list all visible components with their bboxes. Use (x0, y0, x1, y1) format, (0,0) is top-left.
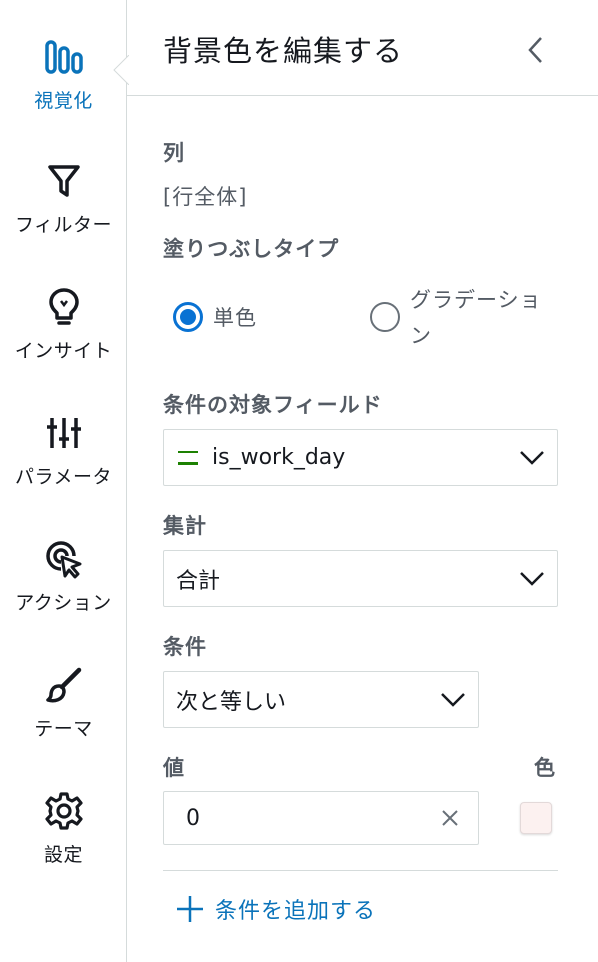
panel-header: 背景色を編集する (127, 0, 598, 96)
rail-item-label: アクション (15, 592, 112, 614)
edit-background-panel: 背景色を編集する 列 [行全体] 塗りつぶしタイプ 単色 グラデーション 条件の… (127, 0, 598, 962)
rail-item-parameters[interactable]: パラメータ (0, 412, 127, 522)
chevron-down-icon (520, 450, 544, 465)
color-swatch[interactable] (520, 802, 552, 834)
chevron-down-icon (441, 692, 465, 707)
rail-item-label: 視覚化 (34, 90, 93, 112)
clear-button[interactable] (430, 798, 470, 838)
lightbulb-icon (43, 286, 85, 328)
aggregation-select[interactable]: 合計 (163, 550, 558, 607)
cursor-click-icon (43, 538, 85, 580)
close-icon (442, 810, 458, 826)
bar-chart-icon (43, 36, 85, 78)
plus-icon (177, 896, 203, 922)
radio-unchecked-icon (370, 302, 400, 332)
radio-checked-icon (173, 302, 203, 332)
dimension-equals-icon (178, 450, 198, 465)
condition-field-label: 条件の対象フィールド (163, 393, 383, 417)
column-label: 列 (163, 141, 185, 165)
rail-item-themes[interactable]: テーマ (0, 664, 127, 774)
divider (163, 870, 558, 871)
back-button[interactable] (519, 32, 551, 68)
add-condition-button[interactable]: 条件を追加する (175, 893, 376, 925)
radio-label: グラデーション (410, 288, 542, 348)
aggregation-value: 合計 (176, 568, 221, 594)
add-condition-label: 条件を追加する (215, 899, 377, 924)
rail-item-label: 設定 (43, 844, 83, 866)
condition-select[interactable]: 次と等しい (163, 671, 479, 728)
rail-item-settings[interactable]: 設定 (0, 790, 127, 900)
condition-field-select[interactable]: is_work_day (163, 429, 558, 486)
condition-label: 条件 (163, 635, 207, 659)
column-value: [行全体] (163, 185, 248, 209)
color-label: 色 (534, 756, 556, 780)
rail-item-insights[interactable]: インサイト (0, 286, 127, 396)
rail-item-label: テーマ (34, 718, 93, 740)
panel-title: 背景色を編集する (163, 34, 404, 68)
value-input[interactable]: 0 (163, 791, 479, 845)
gear-icon (43, 790, 85, 832)
visual-sidebar: 視覚化 フィルター インサイト パラメータ アクション テーマ 設定 (0, 0, 129, 962)
condition-value: 次と等しい (176, 689, 287, 715)
radio-label: 単色 (213, 306, 257, 330)
fill-type-label: 塗りつぶしタイプ (163, 237, 340, 261)
rail-item-label: パラメータ (15, 466, 112, 488)
fill-type-gradient-radio[interactable]: グラデーション (370, 288, 544, 354)
fill-type-solid-radio[interactable]: 単色 (173, 302, 257, 336)
rail-item-label: フィルター (14, 214, 113, 236)
value-input-text: 0 (186, 805, 200, 831)
rail-item-filter[interactable]: フィルター (0, 160, 127, 270)
value-label: 値 (163, 756, 185, 780)
paintbrush-icon (43, 664, 85, 706)
sliders-icon (43, 412, 85, 454)
condition-field-value: is_work_day (212, 445, 346, 470)
rail-item-visualize[interactable]: 視覚化 (0, 36, 127, 146)
filter-icon (43, 160, 85, 202)
rail-item-label: インサイト (14, 340, 113, 362)
chevron-down-icon (520, 571, 544, 586)
rail-item-actions[interactable]: アクション (0, 538, 127, 648)
chevron-left-icon (528, 37, 542, 63)
aggregation-label: 集計 (163, 514, 207, 538)
